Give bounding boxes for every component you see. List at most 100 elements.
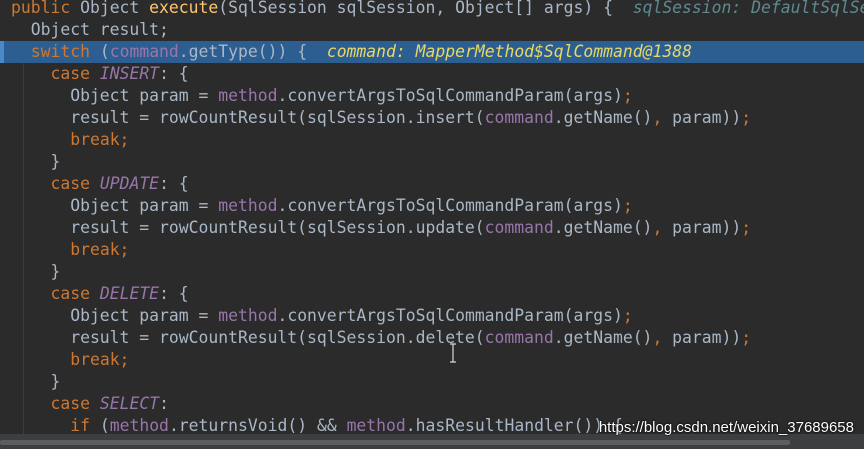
code-token: } [11, 372, 61, 391]
code-line[interactable]: Object result; [0, 19, 864, 41]
code-token: command [484, 218, 554, 237]
code-token: ; [622, 306, 633, 325]
code-line[interactable]: } [0, 151, 864, 173]
code-token: .getName() [553, 328, 653, 347]
code-token: command [484, 108, 554, 127]
code-line[interactable]: case SELECT: [0, 393, 864, 415]
code-token: param)) [662, 218, 742, 237]
code-editor[interactable]: public Object execute(SqlSession sqlSess… [0, 0, 864, 449]
code-token: SELECT [99, 394, 160, 413]
code-token: case [50, 174, 90, 193]
code-token: UPDATE [99, 174, 160, 193]
code-token: result = rowCountResult(sqlSession.delet… [11, 328, 485, 347]
code-token: break; [70, 350, 130, 369]
code-line[interactable]: } [0, 371, 864, 393]
code-token: : { [159, 174, 189, 193]
current-code-line[interactable]: switch (command.getType()) { command: Ma… [0, 41, 864, 63]
code-token: case [50, 64, 90, 83]
code-token: } [11, 262, 61, 281]
scrollbar-thumb[interactable] [0, 440, 790, 445]
code-token: .convertArgsToSqlCommandParam(args) [277, 196, 623, 215]
code-line[interactable]: case UPDATE: { [0, 173, 864, 195]
code-token: method [218, 196, 278, 215]
code-token: result = rowCountResult(sqlSession.updat… [11, 218, 485, 237]
code-token: Object result; [11, 20, 169, 39]
code-token: ; [741, 328, 752, 347]
code-token: (SqlSession sqlSession, Object[] args) { [218, 0, 623, 17]
code-line[interactable]: Object param = method.convertArgsToSqlCo… [0, 85, 864, 107]
code-token: param)) [662, 108, 742, 127]
code-line[interactable]: } [0, 261, 864, 283]
code-token: } [11, 152, 61, 171]
code-token: .getType()) { [178, 42, 317, 61]
code-line[interactable]: result = rowCountResult(sqlSession.inser… [0, 107, 864, 129]
code-token: Object [70, 0, 150, 17]
code-token: Object param = [11, 196, 219, 215]
code-token: , [652, 218, 663, 237]
code-token: ; [622, 86, 633, 105]
code-token: , [652, 328, 663, 347]
inline-debug-value: sqlSession: DefaultSqlSession [632, 0, 864, 17]
code-token: case [50, 394, 90, 413]
code-line[interactable]: Object param = method.convertArgsToSqlCo… [0, 305, 864, 327]
code-line[interactable]: result = rowCountResult(sqlSession.delet… [0, 327, 864, 349]
code-token: .getName() [553, 108, 653, 127]
watermark-text: https://blog.csdn.net/weixin_37689658 [598, 419, 854, 436]
code-token: break; [70, 130, 130, 149]
code-token: method [218, 86, 278, 105]
code-token: switch [30, 42, 90, 61]
code-line[interactable]: break; [0, 349, 864, 371]
code-token: ( [89, 42, 110, 61]
code-token: : [159, 394, 169, 413]
code-token: .getName() [553, 218, 653, 237]
code-line[interactable]: Object param = method.convertArgsToSqlCo… [0, 195, 864, 217]
code-token: method [109, 416, 169, 435]
code-token: method [218, 306, 278, 325]
code-token: INSERT [99, 64, 160, 83]
inline-debug-value: command: MapperMethod$SqlCommand@1388 [316, 42, 692, 61]
code-token: param)) [662, 328, 742, 347]
text-cursor-icon [450, 343, 456, 363]
code-line[interactable]: case INSERT: { [0, 63, 864, 85]
code-token: public [11, 0, 71, 17]
code-line[interactable]: case DELETE: { [0, 283, 864, 305]
code-token: : { [159, 64, 189, 83]
code-token: ( [89, 416, 110, 435]
code-token: ; [741, 108, 752, 127]
code-token: , [652, 108, 663, 127]
code-token: DELETE [99, 284, 160, 303]
code-token: case [50, 284, 90, 303]
code-token: if [70, 416, 90, 435]
code-token: ; [622, 196, 633, 215]
code-token: command [109, 42, 179, 61]
code-token: execute [149, 0, 219, 17]
code-token: Object param = [11, 86, 219, 105]
code-token: .hasResultHandler()) { [405, 416, 623, 435]
code-token: ; [741, 218, 752, 237]
code-token: command [484, 328, 554, 347]
code-token: method [346, 416, 406, 435]
code-token: .convertArgsToSqlCommandParam(args) [277, 306, 623, 325]
code-token: Object param = [11, 306, 219, 325]
code-token: : { [159, 284, 189, 303]
code-token: .convertArgsToSqlCommandParam(args) [277, 86, 623, 105]
code-token: result = rowCountResult(sqlSession.inser… [11, 108, 485, 127]
code-line[interactable]: public Object execute(SqlSession sqlSess… [0, 0, 864, 19]
code-line[interactable]: break; [0, 239, 864, 261]
code-line[interactable]: result = rowCountResult(sqlSession.updat… [0, 217, 864, 239]
code-token: .returnsVoid() && [168, 416, 347, 435]
code-line[interactable]: break; [0, 129, 864, 151]
